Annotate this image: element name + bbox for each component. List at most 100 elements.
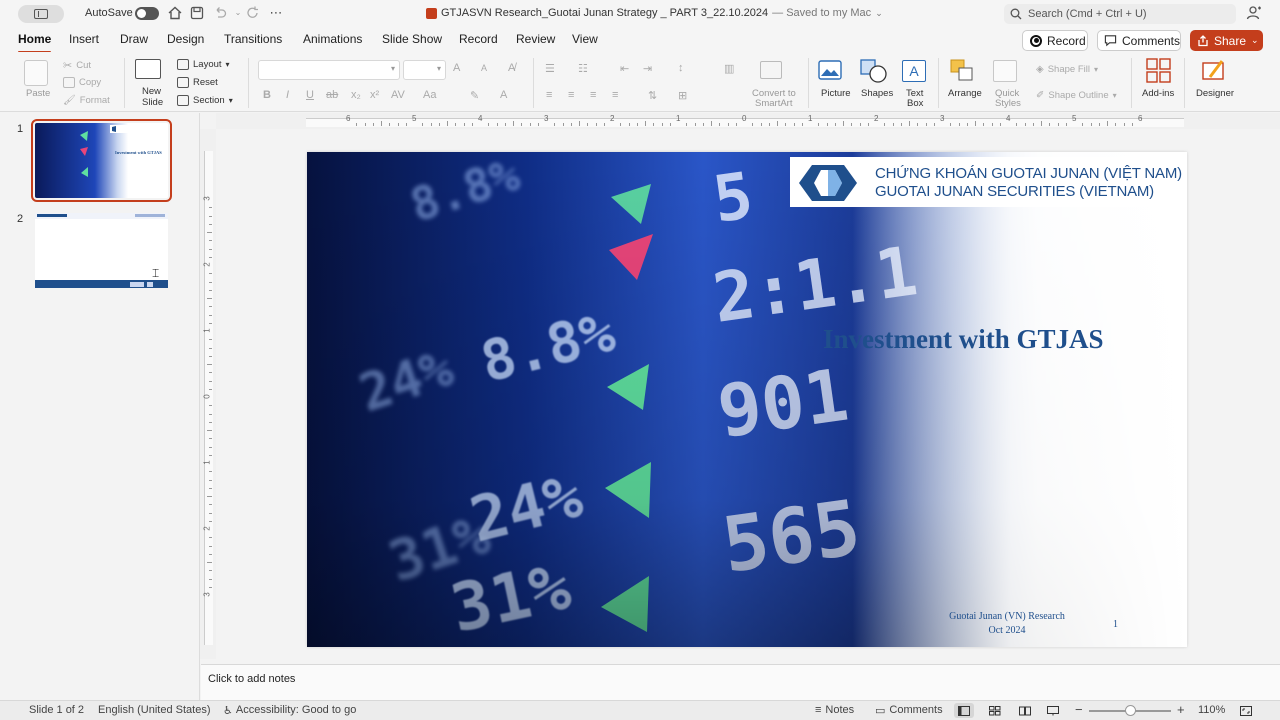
slide-thumbnail-2[interactable] [35, 213, 168, 288]
normal-view-button[interactable] [954, 703, 974, 718]
ribbon-divider [248, 58, 249, 108]
font-color-icon[interactable]: A [500, 89, 507, 101]
ruler-tick [719, 123, 721, 126]
align-left-icon[interactable]: ≡ [546, 89, 552, 101]
tab-record[interactable]: Record [459, 32, 498, 46]
share-button[interactable]: Share ⌄ [1190, 30, 1263, 51]
slide-sorter-button[interactable] [985, 703, 1005, 718]
zoom-slider-handle[interactable] [1125, 705, 1136, 716]
ruler-tick [209, 248, 212, 250]
slide-footer-date[interactable]: Oct 2024 [907, 625, 1107, 636]
notes-icon: ≡ [815, 704, 822, 716]
format-painter-button[interactable]: 🖌 Format [63, 95, 110, 106]
ruler-tick [711, 121, 712, 126]
more-icon[interactable]: ⋯ [268, 5, 284, 21]
tab-design[interactable]: Design [167, 32, 204, 46]
align-right-icon[interactable]: ≡ [590, 89, 596, 101]
slide-page-number[interactable]: 1 [1113, 619, 1118, 630]
layout-button[interactable]: Layout ▾ [177, 59, 230, 70]
home-icon[interactable] [167, 5, 183, 21]
tab-slide-show[interactable]: Slide Show [382, 32, 442, 46]
designer-icon [1202, 60, 1224, 80]
align-center-icon[interactable]: ≡ [568, 89, 574, 101]
redo-icon[interactable] [245, 5, 261, 21]
columns-icon[interactable]: ▥ [724, 62, 734, 75]
cut-button[interactable]: ✂ Cut [63, 59, 91, 72]
ruler-number: 5 [1072, 114, 1077, 123]
record-button[interactable]: Record [1022, 30, 1088, 51]
thumbnail-preview [35, 213, 168, 288]
ruler-tick [207, 496, 212, 497]
bold-icon[interactable]: B [263, 89, 271, 101]
slide-canvas[interactable]: 8.8% 24% 31% 8.8% 24% 31% 5 2:1.1 901 56… [307, 152, 1187, 647]
character-spacing-icon[interactable]: AV [391, 89, 405, 101]
reading-view-button[interactable] [1015, 703, 1035, 718]
tab-transitions[interactable]: Transitions [224, 32, 282, 46]
tab-home[interactable]: Home [18, 32, 52, 54]
save-icon[interactable] [189, 5, 205, 21]
tab-animations[interactable]: Animations [303, 32, 362, 46]
vertical-ruler[interactable]: 3 2 1 0 1 2 3 [200, 129, 216, 659]
ruler-tick [356, 123, 358, 126]
search-input[interactable]: Search (Cmd + Ctrl + U) [1004, 4, 1236, 24]
paint-bucket-icon: ◈ [1036, 64, 1044, 75]
underline-icon[interactable]: U [306, 89, 314, 101]
slide-counter: Slide 1 of 2 [29, 704, 85, 716]
slide-thumbnail-1[interactable]: Investment with GTJAS [31, 119, 172, 202]
italic-icon[interactable]: I [286, 89, 289, 101]
autosave-toggle[interactable] [135, 7, 159, 20]
section-button[interactable]: Section ▾ [177, 95, 233, 106]
text-direction-icon[interactable]: ⇅ [648, 89, 657, 102]
slideshow-button[interactable] [1043, 703, 1063, 718]
line-spacing-icon[interactable]: ↕ [678, 62, 684, 74]
tab-view[interactable]: View [572, 32, 598, 46]
undo-icon[interactable] [212, 5, 228, 21]
numbering-icon[interactable]: ☷ [578, 62, 588, 75]
subscript-icon[interactable]: x₂ [351, 89, 361, 101]
font-family-select[interactable]: ▾ [258, 60, 400, 80]
tab-review[interactable]: Review [516, 32, 555, 46]
justify-icon[interactable]: ≡ [612, 89, 618, 101]
slide-title[interactable]: Investment with GTJAS [823, 324, 1104, 355]
comments-toggle-button[interactable]: ▭ Comments [875, 704, 943, 717]
bullets-icon[interactable]: ☰ [545, 62, 555, 75]
decrease-indent-icon[interactable]: ⇤ [620, 62, 629, 75]
share-person-icon[interactable] [1246, 5, 1262, 21]
align-text-icon[interactable]: ⊞ [678, 89, 687, 102]
strikethrough-icon[interactable]: ab [326, 89, 338, 101]
sidebar-toggle-button[interactable] [18, 5, 64, 23]
shape-outline-button[interactable]: ✐ Shape Outline ▾ [1036, 90, 1117, 101]
copy-button[interactable]: Copy [63, 77, 101, 88]
accessibility-checker[interactable]: ♿ Accessibility: Good to go [223, 704, 356, 717]
zoom-in-button[interactable]: + [1177, 702, 1185, 717]
fit-to-window-button[interactable] [1236, 703, 1256, 718]
change-case-icon[interactable]: Aa [423, 89, 436, 101]
language-indicator[interactable]: English (United States) [98, 704, 211, 716]
increase-font-icon[interactable]: A [453, 62, 460, 74]
zoom-level[interactable]: 110% [1198, 704, 1225, 716]
clear-format-icon[interactable]: A̸ [508, 62, 515, 74]
ruler-tick [909, 121, 910, 126]
horizontal-ruler[interactable]: 6 5 4 3 2 1 0 1 2 3 4 5 6 [216, 113, 1280, 129]
notes-pane[interactable]: Click to add notes [201, 664, 1280, 700]
font-size-select[interactable]: ▾ [403, 60, 446, 80]
zoom-out-button[interactable]: − [1075, 702, 1083, 717]
shape-fill-button[interactable]: ◈ Shape Fill ▾ [1036, 64, 1098, 75]
comment-icon: ▭ [875, 705, 886, 717]
ruler-tick [851, 123, 853, 126]
tab-insert[interactable]: Insert [69, 32, 99, 46]
ruler-tick [917, 123, 919, 126]
undo-dropdown-icon[interactable]: ⌄ [230, 5, 246, 21]
ruler-tick [620, 123, 622, 126]
ruler-tick [1057, 123, 1059, 126]
notes-toggle-button[interactable]: ≡ Notes [815, 704, 854, 716]
superscript-icon[interactable]: x² [370, 89, 379, 101]
reset-button[interactable]: Reset [177, 77, 218, 88]
highlight-icon[interactable]: ✎ [470, 89, 479, 102]
increase-indent-icon[interactable]: ⇥ [643, 62, 652, 75]
decrease-font-icon[interactable]: A [481, 63, 487, 73]
slide-footer-source[interactable]: Guotai Junan (VN) Research [907, 611, 1107, 622]
comments-button[interactable]: Comments [1097, 30, 1181, 51]
document-title[interactable]: GTJASVN Research_Guotai Junan Strategy _… [426, 7, 883, 19]
tab-draw[interactable]: Draw [120, 32, 148, 46]
